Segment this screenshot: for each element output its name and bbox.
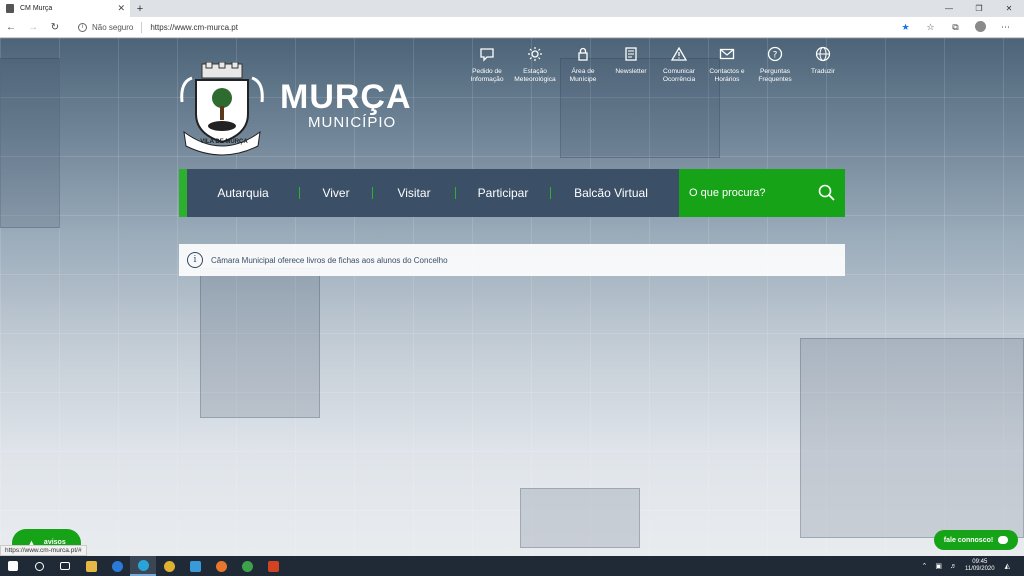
profile-icon[interactable] <box>968 21 993 34</box>
service-link-area-municipe[interactable]: Área de Munícipe <box>559 46 607 84</box>
sun-icon <box>528 47 542 61</box>
status-bar-url: https://www.cm-murca.pt/# <box>0 545 87 556</box>
nav-item-balcao-virtual[interactable]: Balcão Virtual <box>551 169 671 217</box>
page-content: VILA DE MURÇA MURÇA MUNICÍPIO Pedido de … <box>0 38 1024 556</box>
firefox-icon[interactable] <box>208 556 234 576</box>
browser-tab[interactable]: CM Murça ✕ <box>0 0 130 17</box>
favicon-icon <box>6 4 14 13</box>
address-bar: ← → ↻ i Não seguro https://www.cm-murca.… <box>0 17 1024 38</box>
main-navigation: Autarquia Viver Visitar Participar Balcã… <box>179 169 679 217</box>
system-clock[interactable]: 09:45 11/09/2020 <box>965 559 995 573</box>
nav-item-autarquia[interactable]: Autarquia <box>187 169 299 217</box>
search-box <box>679 169 845 217</box>
forward-arrow-icon[interactable]: → <box>22 17 44 38</box>
info-circle-icon: i <box>187 252 203 268</box>
search-taskbar-icon[interactable] <box>26 556 52 576</box>
speech-bubble-icon <box>480 48 494 62</box>
question-icon: ? <box>767 46 783 62</box>
file-explorer-icon[interactable] <box>78 556 104 576</box>
service-label: Perguntas Frequentes <box>758 68 792 83</box>
brand-name[interactable]: MURÇA <box>280 78 412 117</box>
background-building <box>800 338 1024 538</box>
browser-tabbar: CM Murça ✕ + — ❐ ✕ <box>0 0 1024 17</box>
edge-browser-icon[interactable] <box>130 556 156 576</box>
toolbar-icons: ★ ☆ ⧉ ⋯ <box>893 17 1018 38</box>
windows-taskbar: ⌃ ▣ ♬ 09:45 11/09/2020 ◭ <box>0 556 1024 576</box>
tab-close-icon[interactable]: ✕ <box>117 3 125 14</box>
nav-item-visitar[interactable]: Visitar <box>373 169 455 217</box>
fale-connosco-label: fale connosco! <box>943 536 994 544</box>
service-label: Newsletter <box>615 68 647 75</box>
service-label: Área de Munícipe <box>569 68 597 83</box>
crest-banner-text: VILA DE MURÇA <box>200 139 248 145</box>
system-tray: ⌃ ▣ ♬ 09:45 11/09/2020 ◭ <box>922 556 1018 576</box>
task-view-icon[interactable] <box>52 556 78 576</box>
news-ticker[interactable]: i Câmara Municipal oferece livros de fic… <box>179 244 845 276</box>
close-window-icon[interactable]: ✕ <box>994 0 1024 17</box>
tab-title: CM Murça <box>20 5 53 12</box>
service-label: Traduzir <box>811 68 835 75</box>
service-link-estacao-meteorologica[interactable]: Estação Meteorológica <box>511 46 559 84</box>
service-link-newsletter[interactable]: Newsletter <box>607 46 655 84</box>
brand-subtitle: MUNICÍPIO <box>308 114 397 131</box>
start-menu-icon[interactable] <box>0 556 26 576</box>
maximize-icon[interactable]: ❐ <box>964 0 994 17</box>
security-label: Não seguro <box>92 22 134 32</box>
favorite-star-icon[interactable]: ★ <box>893 22 918 33</box>
service-link-traduzir[interactable]: Traduzir <box>799 46 847 84</box>
envelope-icon <box>719 48 735 60</box>
reload-icon[interactable]: ↻ <box>44 17 66 38</box>
service-link-contactos-horarios[interactable]: Contactos e Horários <box>703 46 751 84</box>
window-controls: — ❐ ✕ <box>934 0 1024 17</box>
chat-bubble-icon <box>998 536 1009 544</box>
fale-connosco-button[interactable]: fale connosco! <box>934 530 1018 550</box>
clock-time: 09:45 <box>972 559 988 565</box>
search-icon[interactable] <box>818 184 835 201</box>
service-link-pedido-informacao[interactable]: Pedido de Informação <box>463 46 511 84</box>
internet-explorer-icon[interactable] <box>104 556 130 576</box>
search-input[interactable] <box>689 187 809 199</box>
chrome-icon[interactable] <box>156 556 182 576</box>
nav-item-viver[interactable]: Viver <box>300 169 372 217</box>
volume-icon[interactable]: ♬ <box>950 563 957 570</box>
warning-icon <box>671 46 687 61</box>
notifications-icon[interactable]: ◭ <box>1005 562 1010 570</box>
new-tab-button[interactable]: + <box>133 0 147 17</box>
photos-icon[interactable] <box>182 556 208 576</box>
globe-icon <box>815 46 831 62</box>
tray-chevron-icon[interactable]: ⌃ <box>922 562 928 570</box>
lock-icon <box>578 47 588 61</box>
powerpoint-icon[interactable] <box>260 556 286 576</box>
network-icon[interactable]: ▣ <box>935 562 942 570</box>
background-building <box>0 58 60 228</box>
service-label: Comunicar Ocorrência <box>662 68 696 83</box>
background-building <box>520 488 640 548</box>
back-arrow-icon[interactable]: ← <box>0 17 22 38</box>
newsletter-icon <box>625 47 637 61</box>
svg-text:?: ? <box>773 51 778 61</box>
service-label: Estação Meteorológica <box>514 68 556 83</box>
service-label: Contactos e Horários <box>709 68 745 83</box>
service-link-comunicar-ocorrencia[interactable]: Comunicar Ocorrência <box>655 46 703 84</box>
clock-date: 11/09/2020 <box>965 566 995 572</box>
nav-item-participar[interactable]: Participar <box>456 169 550 217</box>
info-icon[interactable]: i <box>78 22 87 32</box>
collections-icon[interactable]: ⧉ <box>943 22 968 33</box>
url-text[interactable]: https://www.cm-murca.pt <box>150 23 238 32</box>
url-separator <box>141 21 143 33</box>
url-field[interactable]: i Não seguro https://www.cm-murca.pt <box>78 17 238 38</box>
background-building <box>200 268 320 418</box>
service-link-perguntas-frequentes[interactable]: ? Perguntas Frequentes <box>751 46 799 84</box>
ticker-text[interactable]: Câmara Municipal oferece livros de ficha… <box>211 256 448 265</box>
minimize-icon[interactable]: — <box>934 0 964 17</box>
favorites-icon[interactable]: ☆ <box>918 22 943 33</box>
service-links: Pedido de Informação Estação Meteorológi… <box>463 46 847 84</box>
more-options-icon[interactable]: ⋯ <box>993 22 1018 33</box>
service-label: Pedido de Informação <box>470 68 504 83</box>
chrome-icon[interactable] <box>234 556 260 576</box>
